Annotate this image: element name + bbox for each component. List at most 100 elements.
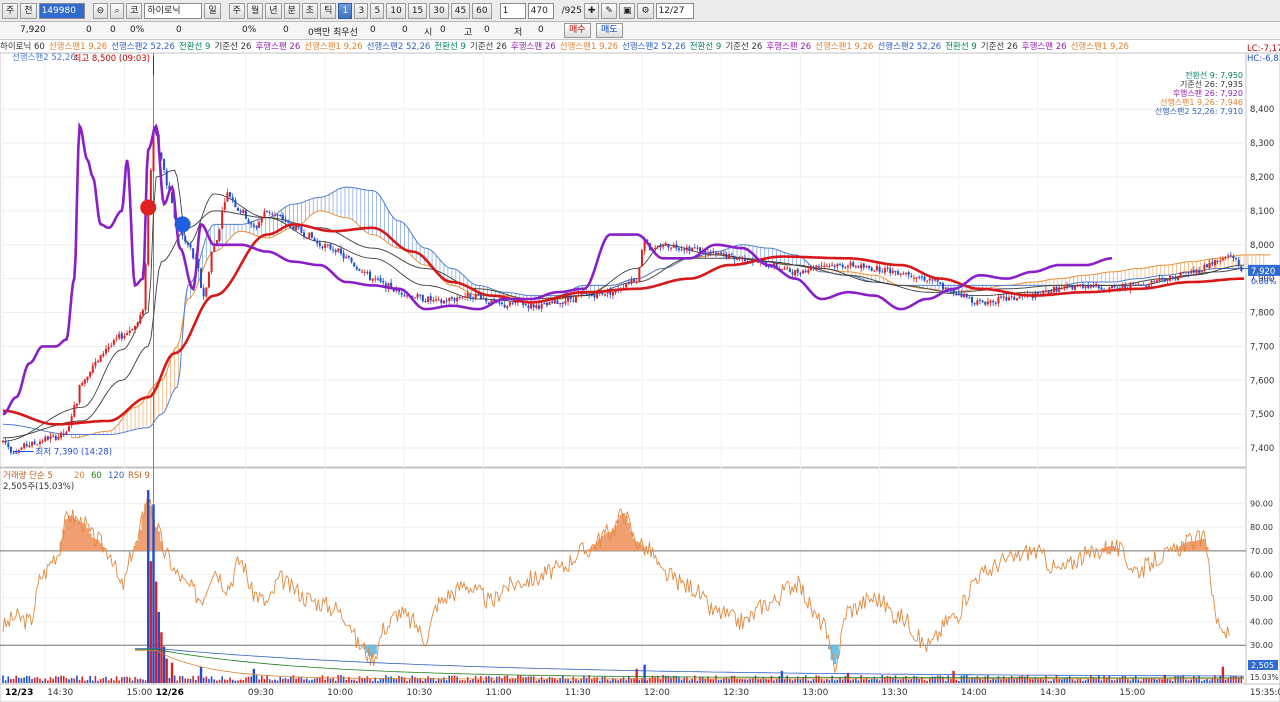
volume-bar <box>223 679 226 683</box>
volume-bar <box>844 676 847 683</box>
signal-marker <box>140 199 157 216</box>
volume-bar <box>443 677 445 683</box>
candle-body <box>60 432 63 438</box>
rsi-tick-label: 70.00 <box>1250 547 1273 556</box>
candle-body <box>102 353 105 357</box>
candle-body <box>1010 296 1013 298</box>
volume-bar <box>84 680 86 683</box>
volume-bar <box>886 675 889 683</box>
candle-body <box>189 244 192 248</box>
candle-body <box>33 441 36 445</box>
volume-bar <box>786 675 789 683</box>
price-tick-label: 8,400 <box>1250 105 1274 115</box>
volume-bar <box>168 677 171 683</box>
volume-bar <box>411 675 414 683</box>
candle-body <box>75 403 78 406</box>
candle-body <box>627 283 630 285</box>
volume-bar <box>68 679 70 683</box>
candle-body <box>897 271 900 275</box>
volume-bar <box>525 677 527 683</box>
time-axis-label: 12/23 <box>5 688 33 698</box>
indicator-value-readout: 선행스팬1 9,26: 7,946 <box>1160 97 1243 107</box>
volume-bar <box>1216 678 1219 683</box>
volume-bar <box>1187 680 1190 683</box>
candle-body <box>514 301 517 304</box>
candle-body <box>31 442 34 446</box>
candle-body <box>691 248 694 251</box>
volume-bar <box>627 676 630 683</box>
candle-body <box>844 267 847 269</box>
volume-bar <box>131 680 134 683</box>
chart-window: 주 전 149980 ⊖ ⌕ 코 하이로닉 일 주 월 년 분 초 틱 1 3 5 10 15 30 45 60 1 470/… <box>0 0 1280 702</box>
volume-bar <box>762 677 765 683</box>
volume-bar <box>976 676 979 683</box>
volume-bar <box>366 676 369 683</box>
volume-bar <box>712 679 715 683</box>
volume-bar <box>260 675 263 683</box>
volume-bar <box>194 679 197 683</box>
candle-body <box>91 365 94 373</box>
candle-body <box>654 247 657 250</box>
volume-bar <box>57 676 60 683</box>
candle-body <box>498 301 501 304</box>
volume-bar <box>839 677 841 683</box>
candle-body <box>722 253 725 255</box>
volume-bar <box>907 679 910 683</box>
candle-body <box>685 247 688 251</box>
volume-bar <box>229 677 231 683</box>
candle-body <box>221 210 224 229</box>
legend-item: 선행스팬2 52,26 <box>12 52 76 63</box>
volume-bar <box>680 680 683 683</box>
volume-bar <box>480 676 482 683</box>
candle-body <box>479 294 482 299</box>
candle-body <box>450 297 453 299</box>
volume-bar <box>395 679 398 683</box>
volume-bar <box>577 680 580 683</box>
volume-bar <box>593 677 596 683</box>
candle-body <box>231 197 234 201</box>
volume-bar <box>102 678 105 683</box>
volume-bar <box>377 680 379 683</box>
candle-body <box>200 268 203 289</box>
candle-body <box>873 270 876 272</box>
candle-body <box>7 443 10 447</box>
volume-bar <box>474 675 477 683</box>
volume-bar <box>614 679 617 683</box>
candle-body <box>907 272 910 275</box>
volume-bar <box>36 676 39 683</box>
candle-body <box>141 310 144 315</box>
candle-body <box>802 270 805 274</box>
volume-bar <box>1174 676 1177 683</box>
volume-bar <box>173 675 176 683</box>
volume-bar <box>440 679 443 683</box>
volume-bar <box>342 676 345 683</box>
candle-body <box>535 305 538 309</box>
candle-body <box>910 275 913 277</box>
volume-bar <box>833 680 836 683</box>
candle-body <box>54 435 57 440</box>
volume-bar <box>451 675 453 683</box>
candle-body <box>128 330 131 334</box>
volume-bar <box>252 668 256 683</box>
candle-body <box>342 252 345 259</box>
candle-body <box>986 301 989 305</box>
candle-body <box>268 212 271 214</box>
volume-title: 거래량 단순 5 <box>3 470 53 481</box>
volume-bar <box>1000 679 1002 683</box>
candle-body <box>1216 260 1219 262</box>
volume-bar <box>218 679 221 683</box>
candle-body <box>1158 277 1161 282</box>
candle-body <box>44 436 47 442</box>
candle-body <box>1240 266 1243 271</box>
volume-bar <box>126 676 128 683</box>
candle-body <box>215 239 218 244</box>
candle-body <box>511 302 514 304</box>
volume-bar <box>659 679 662 683</box>
volume-bar <box>535 680 538 683</box>
volume-bar <box>952 670 955 683</box>
volume-bar <box>192 675 194 683</box>
candle-body <box>440 299 443 303</box>
volume-bar <box>791 680 794 683</box>
time-axis-label: 10:00 <box>327 688 353 698</box>
volume-bar <box>958 680 960 683</box>
